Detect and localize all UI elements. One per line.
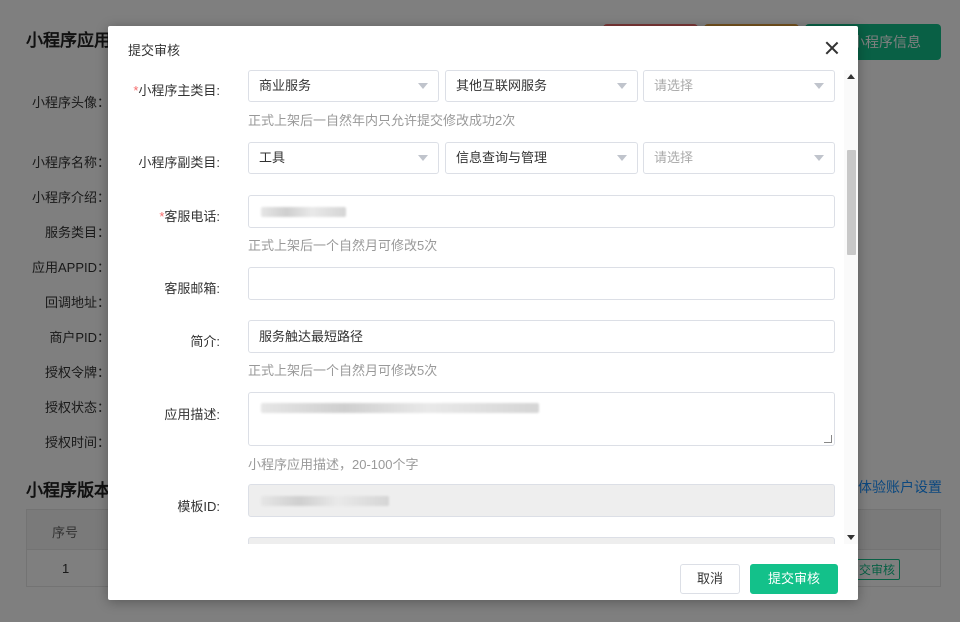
scroll-up-icon[interactable] xyxy=(847,74,855,79)
intro-input[interactable]: 服务触达最短路径 xyxy=(248,320,835,353)
email-input[interactable] xyxy=(248,267,835,300)
dialog-title: 提交审核 xyxy=(128,43,181,58)
submit-review-button[interactable]: 提交审核 xyxy=(750,564,838,594)
main-category-placeholder-3: 请选择 xyxy=(654,78,694,93)
sub-category-value-1: 工具 xyxy=(259,150,286,165)
phone-hint: 正式上架后一个自然月可修改5次 xyxy=(248,238,438,253)
description-hint: 小程序应用描述，20-100个字 xyxy=(248,457,419,472)
dialog-scrollbar[interactable] xyxy=(844,70,858,544)
sub-category-select-2[interactable]: 信息查询与管理 xyxy=(445,142,638,174)
sub-category-label: 小程序副类目: xyxy=(138,155,220,170)
dialog-header: 提交审核 xyxy=(108,26,858,70)
next-field-input xyxy=(248,537,835,544)
close-icon[interactable] xyxy=(822,38,842,58)
email-label: 客服邮箱: xyxy=(164,281,220,296)
blurred-template-id-value xyxy=(261,496,389,506)
template-id-label: 模板ID: xyxy=(177,499,220,514)
phone-input[interactable] xyxy=(248,195,835,228)
chevron-down-icon xyxy=(617,155,627,161)
phone-label: *客服电话: xyxy=(159,206,220,225)
resize-handle-icon[interactable] xyxy=(824,435,832,443)
chevron-down-icon xyxy=(418,83,428,89)
description-label: 应用描述: xyxy=(164,407,220,422)
main-category-select-1[interactable]: 商业服务 xyxy=(248,70,439,102)
sub-category-select-3[interactable]: 请选择 xyxy=(643,142,835,174)
sub-category-placeholder-3: 请选择 xyxy=(654,150,694,165)
intro-label: 简介: xyxy=(190,334,220,349)
phone-label-text: 客服电话: xyxy=(164,209,220,224)
chevron-down-icon xyxy=(617,83,627,89)
submit-review-dialog: 提交审核 *小程序主类目: 商业服务 其他互联网服务 请选择 正式上架后一自然年… xyxy=(108,26,858,600)
blurred-phone-value xyxy=(261,207,346,217)
main-category-hint: 正式上架后一自然年内只允许提交修改成功2次 xyxy=(248,113,516,128)
main-category-label: *小程序主类目: xyxy=(133,80,220,99)
main-category-select-3[interactable]: 请选择 xyxy=(643,70,835,102)
dialog-body: *小程序主类目: 商业服务 其他互联网服务 请选择 正式上架后一自然年内只允许提… xyxy=(108,70,858,544)
description-textarea[interactable] xyxy=(248,392,835,446)
scroll-thumb[interactable] xyxy=(847,150,856,255)
main-category-value-1: 商业服务 xyxy=(259,78,312,93)
chevron-down-icon xyxy=(814,155,824,161)
sub-category-value-2: 信息查询与管理 xyxy=(456,150,548,165)
main-category-select-2[interactable]: 其他互联网服务 xyxy=(445,70,638,102)
scroll-down-icon[interactable] xyxy=(847,535,855,540)
dialog-footer: 取消 提交审核 xyxy=(108,544,858,600)
main-category-label-text: 小程序主类目: xyxy=(138,83,220,98)
intro-hint: 正式上架后一个自然月可修改5次 xyxy=(248,363,438,378)
blurred-description-value xyxy=(261,403,539,413)
template-id-input xyxy=(248,484,835,517)
main-category-value-2: 其他互联网服务 xyxy=(456,78,548,93)
cancel-button[interactable]: 取消 xyxy=(680,564,740,594)
chevron-down-icon xyxy=(418,155,428,161)
sub-category-select-1[interactable]: 工具 xyxy=(248,142,439,174)
chevron-down-icon xyxy=(814,83,824,89)
